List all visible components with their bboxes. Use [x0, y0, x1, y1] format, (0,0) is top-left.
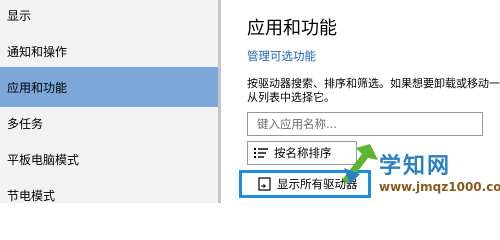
app-search-input[interactable]	[257, 117, 457, 131]
manage-optional-features-link[interactable]: 管理可选功能	[247, 48, 316, 64]
sidebar-item-label: 节电模式	[7, 188, 56, 203]
sidebar-item-multitasking[interactable]: 多任务	[0, 103, 220, 143]
sidebar-item-apps-features[interactable]: 应用和功能	[0, 67, 220, 107]
main-content: 应用和功能 管理可选功能 按驱动器搜索、排序和筛选。如果想要卸载或移动一个 从列…	[221, 0, 500, 203]
sidebar-item-battery-saver[interactable]: 节电模式	[0, 175, 220, 203]
description-text: 按驱动器搜索、排序和筛选。如果想要卸载或移动一个 从列表中选择它。	[247, 77, 500, 105]
description-line: 按驱动器搜索、排序和筛选。如果想要卸载或移动一个	[247, 77, 500, 90]
sidebar-item-label: 显示	[7, 8, 32, 23]
drive-filter-dropdown[interactable]: 显示所有驱动器	[239, 170, 371, 198]
sidebar-item-display[interactable]: 显示	[0, 0, 220, 35]
sidebar-item-notifications[interactable]: 通知和操作	[0, 31, 220, 71]
sort-icon	[254, 147, 268, 159]
page-title: 应用和功能	[247, 18, 337, 39]
sidebar-item-label: 通知和操作	[7, 44, 68, 59]
settings-window: 显示 通知和操作 应用和功能 多任务 平板电脑模式 节电模式 应用和功能 管理可…	[0, 0, 500, 203]
sidebar: 显示 通知和操作 应用和功能 多任务 平板电脑模式 节电模式	[0, 0, 220, 203]
app-search-box[interactable]	[247, 112, 483, 136]
drive-icon	[258, 177, 271, 191]
sidebar-item-tablet-mode[interactable]: 平板电脑模式	[0, 139, 220, 179]
sidebar-item-label: 平板电脑模式	[7, 152, 80, 167]
drive-filter-label: 显示所有驱动器	[277, 177, 358, 191]
sort-label: 按名称排序	[274, 146, 332, 160]
description-line: 从列表中选择它。	[247, 91, 335, 104]
sidebar-item-label: 多任务	[7, 116, 44, 131]
sort-dropdown[interactable]: 按名称排序	[247, 141, 357, 165]
sidebar-item-label: 应用和功能	[7, 80, 68, 95]
